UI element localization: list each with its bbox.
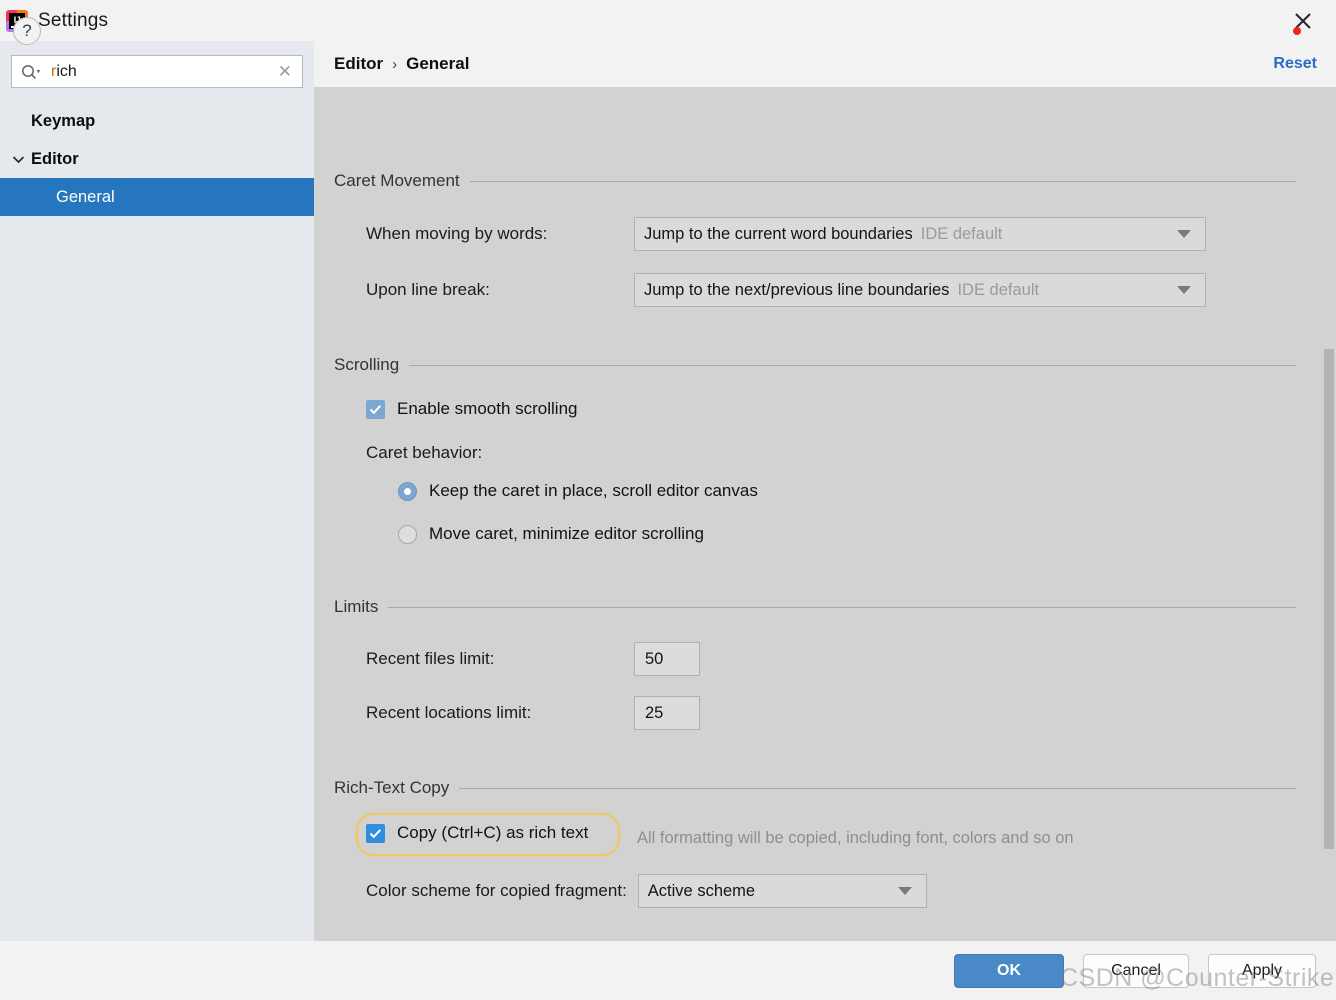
- checkbox-box[interactable]: [366, 823, 385, 843]
- field-color-scheme: Color scheme for copied fragment: Active…: [366, 871, 927, 911]
- field-recent-files-limit: Recent files limit: 50: [366, 639, 700, 679]
- vertical-scrollbar[interactable]: [1322, 87, 1336, 895]
- field-when-moving-by-words: When moving by words: Jump to the curren…: [366, 214, 1266, 254]
- dropdown-hint: IDE default: [920, 224, 1003, 243]
- input-recent-files-limit[interactable]: 50: [634, 642, 700, 676]
- section-title: Limits: [334, 597, 379, 616]
- input-recent-locations-limit[interactable]: 25: [634, 696, 700, 730]
- breadcrumb-general: General: [406, 54, 470, 73]
- cursor-indicator: [1293, 27, 1301, 35]
- apply-button[interactable]: Apply: [1208, 954, 1316, 988]
- checkbox-box[interactable]: [366, 399, 385, 419]
- radio-keep-caret-in-place[interactable]: Keep the caret in place, scroll editor c…: [398, 481, 758, 501]
- checkbox-label: Copy (Ctrl+C) as rich text: [397, 823, 589, 842]
- radio-label: Keep the caret in place, scroll editor c…: [429, 481, 758, 500]
- section-rich-text-copy: Rich-Text Copy: [314, 778, 1336, 798]
- dropdown-value: Jump to the next/previous line boundarie…: [644, 280, 950, 299]
- dropdown-value: Active scheme: [647, 881, 756, 900]
- field-label: Color scheme for copied fragment:: [366, 881, 627, 900]
- breadcrumb: Editor › General Reset: [314, 41, 1336, 87]
- chevron-down-icon[interactable]: [1177, 230, 1191, 238]
- rich-text-copy-description: All formatting will be copied, including…: [637, 829, 1074, 847]
- dropdown-upon-line-break[interactable]: Jump to the next/previous line boundarie…: [634, 273, 1206, 307]
- section-caret-movement: Caret Movement: [314, 171, 1336, 191]
- radio-button[interactable]: [398, 481, 417, 501]
- settings-tree: Keymap Editor General: [0, 102, 314, 216]
- radio-label: Move caret, minimize editor scrolling: [429, 524, 704, 543]
- field-label: When moving by words:: [366, 224, 548, 243]
- section-divider: [459, 787, 1296, 789]
- breadcrumb-separator-icon: ›: [392, 55, 398, 73]
- section-limits: Limits: [314, 597, 1336, 617]
- sidebar-item-keymap[interactable]: Keymap: [0, 102, 314, 140]
- checkbox-copy-as-rich-text[interactable]: Copy (Ctrl+C) as rich text: [366, 823, 588, 843]
- search-input[interactable]: rich: [51, 63, 278, 81]
- sidebar-item-label: Editor: [31, 149, 79, 168]
- section-title: Caret Movement: [334, 171, 460, 190]
- window-title: Settings: [38, 9, 109, 31]
- field-label: Recent files limit:: [366, 649, 495, 668]
- dropdown-hint: IDE default: [957, 280, 1040, 299]
- field-label: Recent locations limit:: [366, 703, 532, 722]
- radio-button[interactable]: [398, 524, 417, 544]
- section-divider: [388, 606, 1296, 608]
- sidebar-item-label: Keymap: [31, 111, 96, 130]
- ok-button[interactable]: OK: [954, 954, 1064, 988]
- field-label: Upon line break:: [366, 280, 490, 299]
- dropdown-value: Jump to the current word boundaries: [644, 224, 913, 243]
- reset-link[interactable]: Reset: [1273, 55, 1317, 73]
- settings-content: Editor › General Reset Caret Movement Wh…: [314, 41, 1336, 941]
- sidebar-item-label: General: [56, 187, 115, 206]
- dropdown-when-moving-by-words[interactable]: Jump to the current word boundaries IDE …: [634, 217, 1206, 251]
- field-upon-line-break: Upon line break: Jump to the next/previo…: [366, 270, 1266, 310]
- search-query-rest: ich: [56, 62, 77, 80]
- clear-icon[interactable]: ✕: [278, 63, 292, 80]
- sidebar-item-general[interactable]: General: [0, 178, 314, 216]
- search-field[interactable]: rich ✕: [11, 55, 303, 88]
- section-title: Rich-Text Copy: [334, 778, 450, 797]
- chevron-down-icon[interactable]: [897, 887, 912, 895]
- section-title: Scrolling: [334, 355, 400, 374]
- field-recent-locations-limit: Recent locations limit: 25: [366, 693, 700, 733]
- settings-dialog: IJ Settings rich ✕: [0, 0, 1336, 1000]
- dropdown-color-scheme[interactable]: Active scheme: [637, 874, 927, 908]
- sidebar-item-editor[interactable]: Editor: [0, 140, 314, 178]
- cancel-button[interactable]: Cancel: [1083, 954, 1189, 988]
- checkbox-label: Enable smooth scrolling: [397, 399, 578, 418]
- help-icon[interactable]: ?: [13, 17, 41, 45]
- settings-sidebar: rich ✕ Keymap Editor General: [0, 41, 314, 941]
- section-scrolling: Scrolling: [314, 355, 1336, 375]
- search-dropdown-icon[interactable]: [21, 64, 41, 80]
- chevron-down-icon[interactable]: [1177, 286, 1191, 294]
- breadcrumb-editor[interactable]: Editor: [334, 54, 383, 74]
- checkbox-enable-smooth-scrolling[interactable]: Enable smooth scrolling: [366, 399, 577, 419]
- section-divider: [469, 180, 1296, 182]
- caret-behavior-label: Caret behavior:: [366, 443, 483, 462]
- settings-panel: Caret Movement When moving by words: Jum…: [314, 87, 1336, 941]
- scrollbar-thumb[interactable]: [1324, 349, 1334, 849]
- title-bar: IJ Settings: [0, 0, 1336, 41]
- radio-move-caret[interactable]: Move caret, minimize editor scrolling: [398, 524, 704, 544]
- section-divider: [409, 364, 1296, 366]
- chevron-down-icon[interactable]: [11, 152, 25, 166]
